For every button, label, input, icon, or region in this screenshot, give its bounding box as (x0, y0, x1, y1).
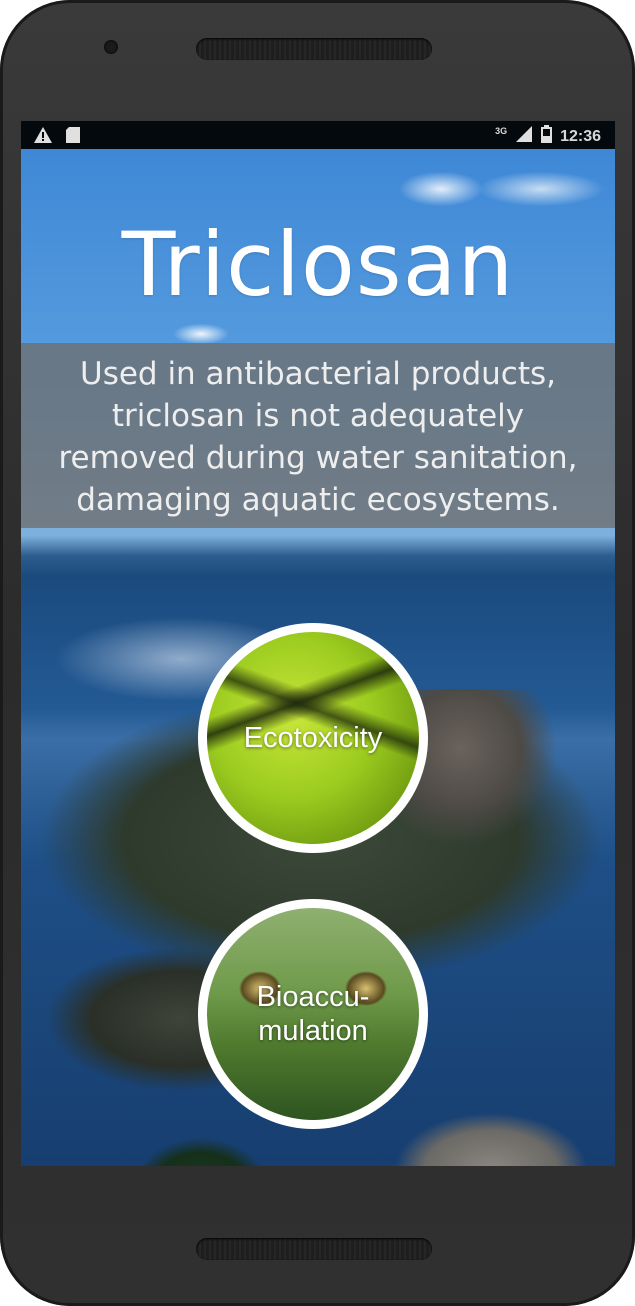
status-bar: 3G 12:36 (21, 121, 615, 149)
description: Used in antibacterial products, triclosa… (21, 353, 615, 521)
ecotoxicity-button[interactable]: Ecotoxicity (198, 623, 428, 853)
front-camera (104, 40, 118, 54)
bioaccumulation-label-line: Bioaccu- (256, 981, 370, 1013)
description-line: triclosan is not adequately (111, 398, 525, 434)
warning-icon (33, 126, 53, 149)
earpiece-speaker (196, 38, 432, 60)
ecotoxicity-label: Ecotoxicity (243, 722, 383, 754)
description-line: Used in antibacterial products, (80, 356, 556, 392)
phone-frame: 3G 12:36 Triclosan Used in antibacterial… (0, 0, 635, 1306)
page-title: Triclosan (121, 213, 515, 316)
network-type: 3G (495, 125, 508, 136)
bioaccumulation-label: Bioaccu- mulation (228, 980, 398, 1048)
sd-card-icon (65, 126, 81, 149)
app-screen: 3G 12:36 Triclosan Used in antibacterial… (21, 121, 615, 1166)
bioaccumulation-label-line: mulation (258, 1015, 368, 1047)
bottom-speaker (196, 1238, 432, 1260)
clock: 12:36 (560, 127, 601, 145)
description-line: removed during water sanitation, (58, 440, 578, 476)
description-line: damaging aquatic ecosystems. (76, 482, 560, 518)
battery-icon (541, 125, 553, 148)
bioaccumulation-button[interactable]: Bioaccu- mulation (198, 899, 428, 1129)
signal-icon (515, 125, 533, 148)
